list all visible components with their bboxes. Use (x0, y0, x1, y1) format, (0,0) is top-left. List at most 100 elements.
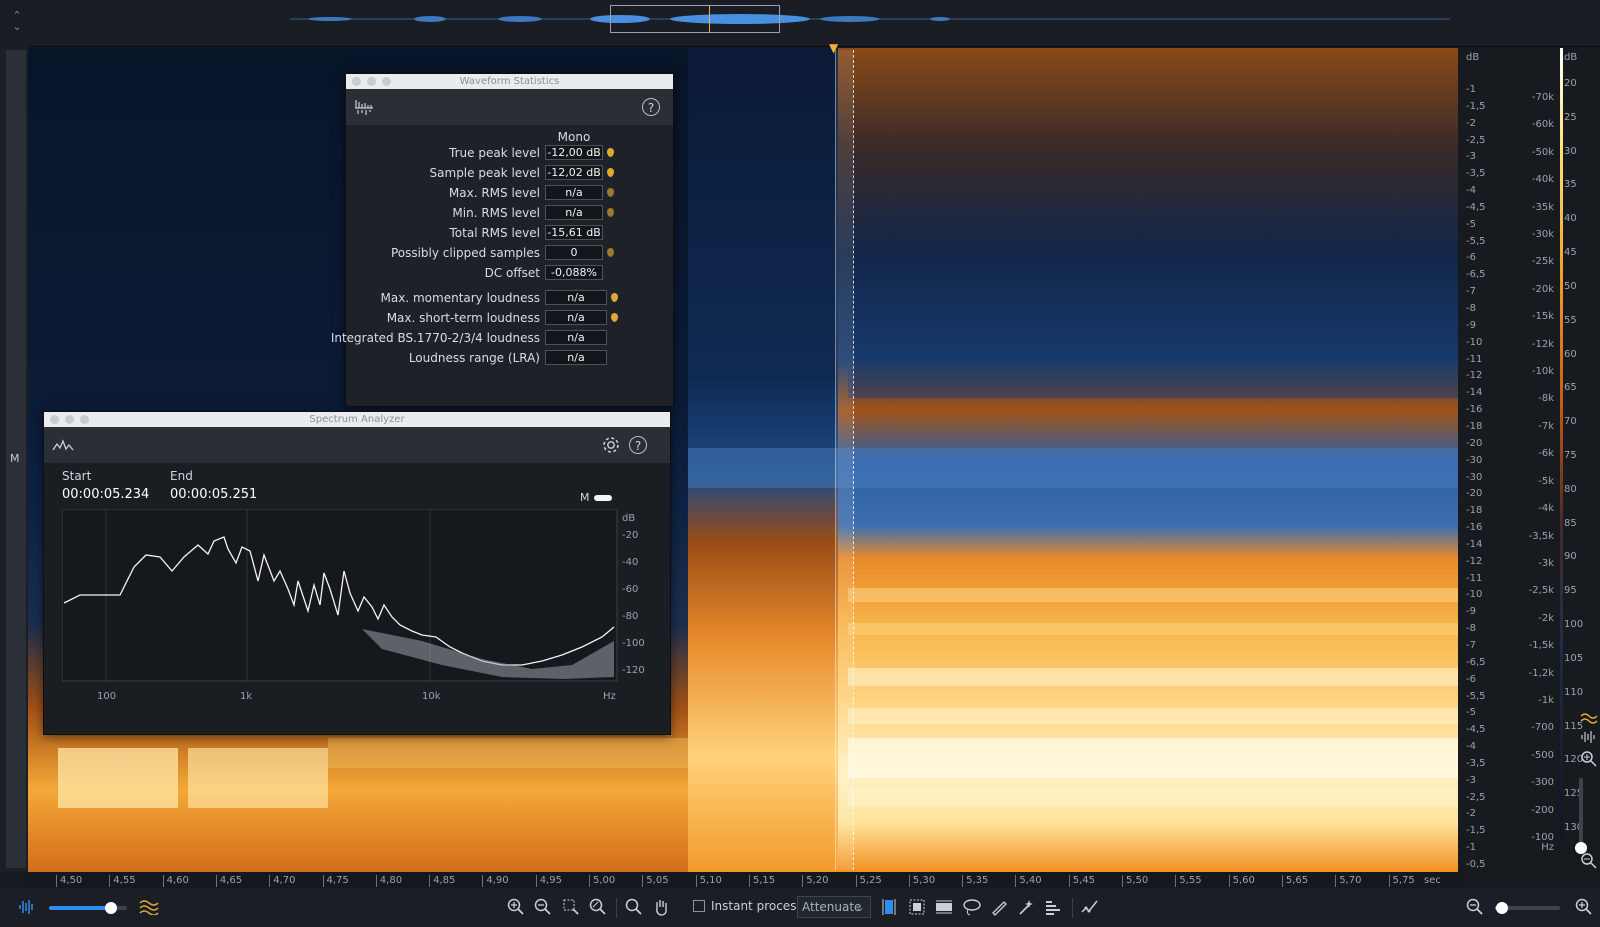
waveform-draw-tool-icon[interactable] (1080, 897, 1100, 917)
locate-marker-icon[interactable] (611, 313, 618, 322)
waveform-toggle-icon[interactable] (1580, 730, 1598, 744)
instant-process-checkbox[interactable] (693, 900, 705, 912)
hz-ruler-tick: -7k (1538, 420, 1554, 432)
color-scale-tick: 55 (1564, 314, 1577, 326)
stat-label: Max. momentary loudness (380, 291, 540, 305)
db-ruler-tick: -16 (1466, 404, 1483, 416)
locate-marker-icon[interactable] (607, 148, 614, 157)
waveform-spectrogram-blend-slider[interactable] (49, 902, 127, 914)
db-ruler-tick: -3,5 (1466, 168, 1486, 180)
instant-process-toggle[interactable]: Instant process (693, 899, 803, 913)
time-ruler[interactable]: 4,50 4,55 4,60 4,65 4,70 4,75 4,80 4,85 4,90 4,95… (28, 872, 1458, 888)
stat-label: True peak level (449, 146, 540, 160)
db-ruler-tick: -11 (1466, 353, 1483, 365)
color-scale-tick: 35 (1564, 179, 1577, 191)
close-dot-icon[interactable] (352, 77, 361, 86)
brush-tool-icon[interactable] (989, 897, 1009, 917)
process-mode-value: Attenuate (802, 900, 862, 914)
spectrogram-view-icon[interactable] (139, 897, 159, 917)
db-ruler-tick: -8 (1466, 623, 1476, 635)
locate-marker-icon[interactable] (607, 168, 614, 177)
blend-slider-knob[interactable] (105, 902, 118, 914)
time-ruler-tick: 5,65 (1281, 875, 1308, 887)
zoom-selection-icon[interactable] (561, 897, 581, 917)
stat-value: -12,00 dB (545, 145, 603, 160)
process-mode-select[interactable]: Attenuate ⌄ (797, 896, 871, 918)
stat-value: n/a (545, 185, 603, 200)
stat-row: Loudness range (LRA) n/a (346, 350, 673, 366)
magic-wand-tool-icon[interactable] (1016, 897, 1036, 917)
locate-marker-icon[interactable] (607, 248, 614, 257)
panel-header: ? (346, 89, 673, 125)
panel-titlebar[interactable]: Spectrum Analyzer (44, 412, 670, 427)
horizontal-zoom-in-icon[interactable] (1574, 897, 1594, 917)
locate-marker-icon[interactable] (607, 188, 614, 197)
stat-row: Integrated BS.1770-2/3/4 loudness n/a (331, 330, 673, 346)
zoom-dot-icon[interactable] (80, 415, 89, 424)
spectrogram-toggle-icon[interactable] (1580, 712, 1598, 726)
time-frequency-selection-tool-icon[interactable] (907, 897, 927, 917)
zoom-tool-icon[interactable] (624, 897, 644, 917)
vertical-zoom-slider[interactable] (1579, 778, 1583, 848)
hz-ruler-tick: -15k (1531, 311, 1554, 323)
hz-ruler-tick: -30k (1531, 229, 1554, 241)
time-ruler-tick: 5,60 (1228, 875, 1255, 887)
color-scale-tick: 90 (1564, 551, 1577, 563)
db-ruler-tick: -10 (1466, 336, 1483, 348)
gear-icon[interactable] (601, 435, 621, 455)
panel-titlebar[interactable]: Waveform Statistics (346, 74, 673, 89)
hz-ruler-tick: -200 (1531, 804, 1554, 816)
overview-viewport[interactable] (610, 5, 780, 33)
horizontal-zoom-knob[interactable] (1495, 902, 1508, 914)
locate-marker-icon[interactable] (607, 208, 614, 217)
stat-row: Total RMS level -15,61 dB (346, 225, 673, 241)
close-dot-icon[interactable] (50, 415, 59, 424)
minimize-dot-icon[interactable] (367, 77, 376, 86)
harmonic-selection-tool-icon[interactable] (1043, 897, 1063, 917)
time-ruler-tick: 5,45 (1068, 875, 1095, 887)
time-ruler-tick: 5,70 (1335, 875, 1361, 887)
waveform-statistics-panel[interactable]: Waveform Statistics ? Mono True peak lev… (331, 73, 674, 407)
color-scale-tick: 30 (1564, 145, 1577, 157)
minimize-dot-icon[interactable] (65, 415, 74, 424)
frequency-ruler: -70k -60k -50k -40k -35k -30k -25k -20k -15k -12k… (1508, 48, 1558, 868)
zoom-in-vertical-icon[interactable] (1580, 750, 1598, 768)
db-ruler-tick: -30 (1466, 454, 1483, 466)
window-controls (50, 415, 89, 424)
hand-tool-icon[interactable] (651, 897, 671, 917)
overview-navigator[interactable]: ⌃ ⌄ (0, 0, 1600, 47)
zoom-out-icon[interactable] (533, 897, 553, 917)
end-label: End (170, 469, 193, 483)
db-ruler-tick: -9 (1466, 606, 1476, 618)
frequency-selection-tool-icon[interactable] (934, 897, 954, 917)
help-icon[interactable]: ? (629, 436, 647, 454)
overview-waveform (290, 14, 1450, 24)
db-ruler-tick: -20 (1466, 437, 1483, 449)
waveform-view-icon[interactable] (17, 897, 37, 917)
locate-marker-icon[interactable] (611, 293, 618, 302)
help-icon[interactable]: ? (642, 98, 660, 116)
vertical-zoom-knob[interactable] (1575, 842, 1587, 854)
time-selection[interactable] (836, 50, 853, 870)
db-ruler-tick: -4,5 (1466, 724, 1486, 736)
zoom-fit-icon[interactable] (588, 897, 608, 917)
time-selection-tool-icon[interactable] (879, 897, 899, 917)
db-ruler-tick: -6 (1466, 673, 1476, 685)
spectrum-analyzer-panel[interactable]: Spectrum Analyzer ? Start End 00:00:05.2… (43, 411, 671, 735)
horizontal-zoom-slider[interactable] (1495, 902, 1560, 914)
zoom-out-vertical-icon[interactable] (1580, 852, 1598, 870)
zoom-dot-icon[interactable] (382, 77, 391, 86)
lasso-tool-icon[interactable] (962, 897, 982, 917)
horizontal-zoom-out-icon[interactable] (1465, 897, 1485, 917)
zoom-in-icon[interactable] (506, 897, 526, 917)
color-scale-tick: 65 (1564, 382, 1577, 394)
chevron-updown-icon[interactable]: ⌃ ⌄ (8, 10, 26, 32)
time-ruler-tick: 5,15 (748, 875, 775, 887)
channel-toggle[interactable] (594, 495, 612, 501)
db-ruler-tick: -2,5 (1466, 134, 1486, 146)
spectrum-plot[interactable] (62, 509, 652, 729)
db-axis-unit: dB (622, 513, 636, 524)
db-ruler-tick: -1,5 (1466, 825, 1486, 837)
stat-row: Min. RMS level n/a (346, 205, 673, 221)
playhead[interactable]: ▼ (829, 42, 855, 872)
